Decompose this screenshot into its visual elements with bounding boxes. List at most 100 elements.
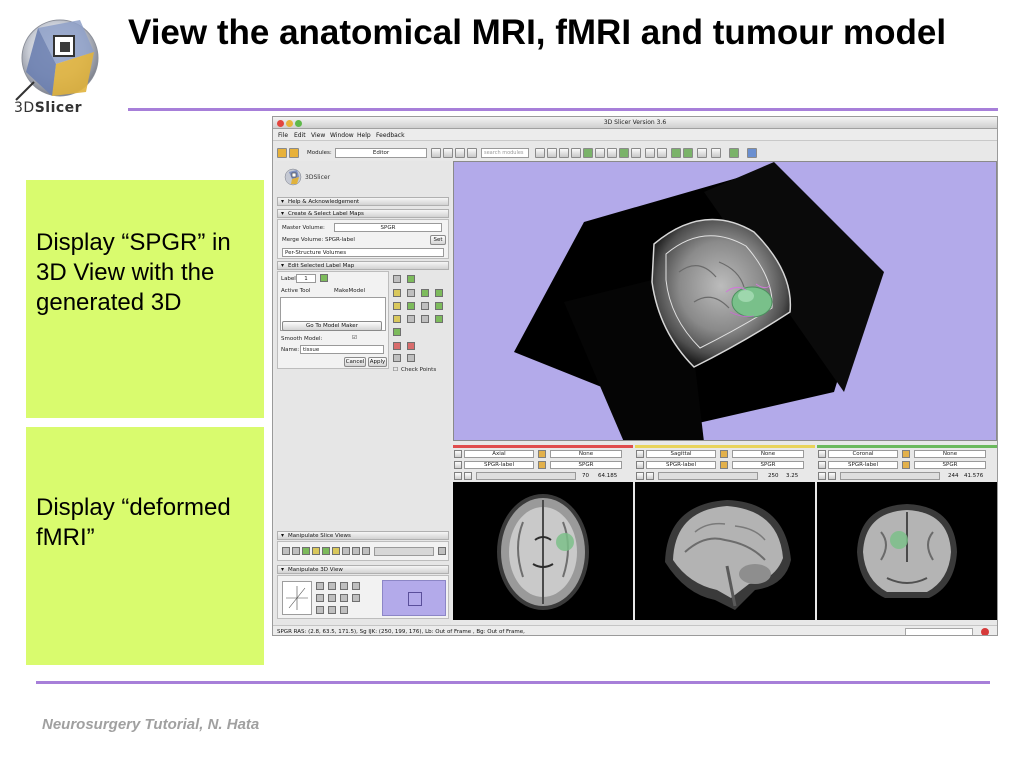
identify-islands-icon[interactable]	[407, 302, 415, 310]
axial-slice-offset[interactable]: 64.185	[598, 472, 617, 480]
label-value-input[interactable]: 1	[296, 274, 316, 283]
manipulate-slice-section-header[interactable]: Manipulate Slice Views	[277, 531, 449, 540]
slice-grid-icon[interactable]	[362, 547, 370, 555]
menu-help[interactable]: Help	[357, 132, 371, 139]
axial-fg-toggle-icon[interactable]	[538, 450, 546, 458]
save-island-icon[interactable]	[421, 302, 429, 310]
axes-widget[interactable]	[282, 581, 312, 615]
paint-icon[interactable]	[393, 289, 401, 297]
oneup-slice-icon[interactable]	[619, 148, 629, 158]
coronal-label-select[interactable]: SPGR-label	[828, 461, 898, 469]
view-axes-icon[interactable]	[316, 582, 324, 590]
tabbed-layout-icon[interactable]	[631, 148, 641, 158]
apply-button[interactable]: Apply	[368, 357, 387, 367]
go-to-model-maker-button[interactable]: Go To Model Maker	[282, 321, 382, 331]
coronal-pin-icon[interactable]	[818, 450, 826, 458]
slice-labels-icon[interactable]	[342, 547, 350, 555]
grid-icon[interactable]	[571, 148, 581, 158]
sagittal-slice-image[interactable]	[635, 482, 815, 620]
menu-view[interactable]: View	[311, 132, 325, 139]
view-spin-icon[interactable]	[328, 582, 336, 590]
per-structure-volumes[interactable]: Per-Structure Volumes	[282, 248, 444, 257]
help-section-header[interactable]: Help & Acknowledgement	[277, 197, 449, 206]
search-modules-input[interactable]: search modules	[481, 148, 529, 158]
sagittal-fg-toggle-icon[interactable]	[720, 450, 728, 458]
coronal-bg-toggle-icon[interactable]	[902, 461, 910, 469]
sagittal-link-icon[interactable]	[636, 472, 644, 480]
view-zoom-icon[interactable]	[340, 582, 348, 590]
change-label-icon[interactable]	[421, 315, 429, 323]
coronal-slice-image[interactable]	[817, 482, 997, 620]
fiducial-icon[interactable]	[747, 148, 757, 158]
grow-cut-icon[interactable]	[393, 328, 401, 336]
coronal-eye-icon[interactable]	[828, 472, 836, 480]
view-rock-icon[interactable]	[316, 594, 324, 602]
view-save-icon[interactable]	[340, 606, 348, 614]
view-perspective-icon[interactable]	[328, 606, 336, 614]
smooth-model-checkbox[interactable]: ☑	[352, 335, 357, 341]
preview-icon[interactable]	[393, 354, 401, 362]
sagittal-offset-slider[interactable]	[658, 472, 758, 480]
history-icon[interactable]	[431, 148, 441, 158]
slice-spacing-icon[interactable]	[352, 547, 360, 555]
ruler-icon[interactable]	[559, 148, 569, 158]
coronal-link-icon[interactable]	[818, 472, 826, 480]
slice-visibility-icon[interactable]	[302, 547, 310, 555]
3d-view-thumbnail[interactable]	[382, 580, 446, 616]
sagittal-label-select[interactable]: SPGR-label	[646, 461, 716, 469]
cancel-button[interactable]: Cancel	[344, 357, 366, 367]
forward-arrow-icon[interactable]	[455, 148, 465, 158]
eraser-icon[interactable]	[407, 275, 415, 283]
axial-eye-icon[interactable]	[464, 472, 472, 480]
slice-compose-icon[interactable]	[332, 547, 340, 555]
label-color-swatch[interactable]	[320, 274, 328, 282]
menu-feedback[interactable]: Feedback	[376, 132, 405, 139]
axial-bg-toggle-icon[interactable]	[538, 461, 546, 469]
coronal-offset-slider[interactable]	[840, 472, 940, 480]
options-icon[interactable]	[407, 354, 415, 362]
axial-bg-select[interactable]: SPGR	[550, 461, 622, 469]
coronal-fg-select[interactable]: None	[914, 450, 986, 458]
view-reset-icon[interactable]	[328, 594, 336, 602]
sagittal-slice-offset[interactable]: 3.25	[786, 472, 798, 480]
view-snapshot-icon[interactable]	[352, 594, 360, 602]
sagittal-eye-icon[interactable]	[646, 472, 654, 480]
default-tool-icon[interactable]	[393, 275, 401, 283]
make-model-icon[interactable]	[435, 315, 443, 323]
redo-edit-icon[interactable]	[407, 342, 415, 350]
set-button[interactable]: Set	[430, 235, 446, 245]
slice-opacity-slider[interactable]	[374, 547, 434, 556]
module-selector[interactable]: Editor	[335, 148, 427, 158]
sagittal-orientation-select[interactable]: Sagittal	[646, 450, 716, 458]
axial-pin-icon[interactable]	[454, 450, 462, 458]
axial-label-select[interactable]: SPGR-label	[464, 461, 534, 469]
error-log-icon[interactable]	[981, 628, 989, 635]
draw-icon[interactable]	[407, 289, 415, 297]
coronal-label-icon[interactable]	[818, 461, 826, 469]
view-stereo-icon[interactable]	[352, 582, 360, 590]
menu-window[interactable]: Window	[330, 132, 354, 139]
slice-link-icon[interactable]	[292, 547, 300, 555]
change-island-icon[interactable]	[393, 302, 401, 310]
coronal-bg-select[interactable]: SPGR	[914, 461, 986, 469]
check-points-checkbox[interactable]: ☐	[393, 367, 398, 373]
conventional-layout-icon[interactable]	[583, 148, 593, 158]
create-select-section-header[interactable]: Create & Select Label Maps	[277, 209, 449, 218]
redo-icon[interactable]	[683, 148, 693, 158]
view-center-icon[interactable]	[340, 594, 348, 602]
menu-edit[interactable]: Edit	[294, 132, 306, 139]
manipulate-3d-section-header[interactable]: Manipulate 3D View	[277, 565, 449, 574]
slice-color-icon[interactable]	[312, 547, 320, 555]
back-arrow-icon[interactable]	[443, 148, 453, 158]
erode-label-icon[interactable]	[393, 315, 401, 323]
axial-link-icon[interactable]	[454, 472, 462, 480]
compare-view-icon[interactable]	[645, 148, 655, 158]
axial-orientation-select[interactable]: Axial	[464, 450, 534, 458]
home-icon[interactable]	[277, 148, 287, 158]
oneup-3d-icon[interactable]	[607, 148, 617, 158]
fourup-layout-icon[interactable]	[595, 148, 605, 158]
sagittal-pin-icon[interactable]	[636, 450, 644, 458]
remove-islands-icon[interactable]	[435, 302, 443, 310]
axial-offset-slider[interactable]	[476, 472, 576, 480]
master-volume-select[interactable]: SPGR	[334, 223, 442, 232]
